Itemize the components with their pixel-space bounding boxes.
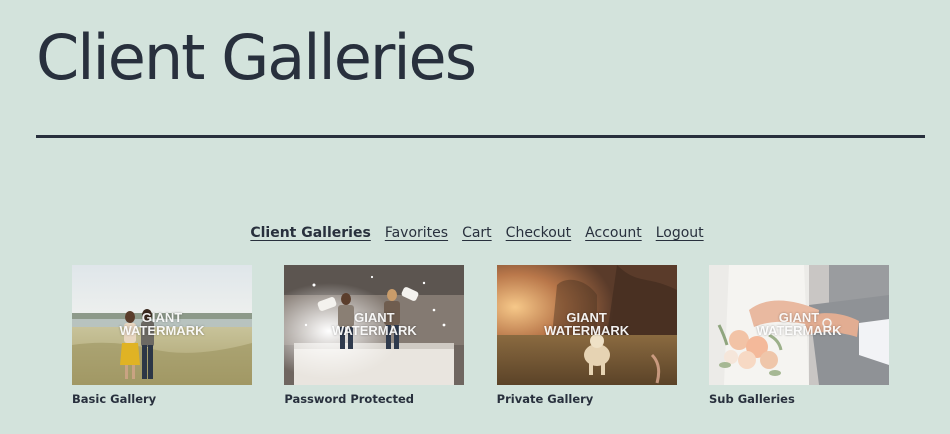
wedding-hands-photo: [708, 265, 889, 385]
gallery-card-sub[interactable]: GIANT WATERMARK Sub Galleries: [708, 265, 889, 406]
gallery-grid: GIANT WATERMARK Basic Gallery GIANT WATE…: [72, 265, 889, 406]
nav-account[interactable]: Account: [585, 225, 642, 241]
gallery-title[interactable]: Basic Gallery: [72, 392, 252, 406]
nav-logout[interactable]: Logout: [656, 225, 704, 241]
gallery-title[interactable]: Password Protected: [284, 392, 464, 406]
gallery-card-password[interactable]: GIANT WATERMARK Password Protected: [284, 265, 465, 406]
nav-favorites[interactable]: Favorites: [385, 225, 448, 241]
gallery-card-private[interactable]: GIANT WATERMARK Private Gallery: [496, 265, 677, 406]
gallery-title[interactable]: Sub Galleries: [709, 392, 889, 406]
gallery-thumbnail[interactable]: GIANT WATERMARK: [708, 265, 889, 385]
nav-client-galleries[interactable]: Client Galleries: [250, 225, 370, 241]
nav-checkout[interactable]: Checkout: [506, 225, 572, 241]
gallery-nav: Client Galleries Favorites Cart Checkout…: [0, 225, 950, 241]
gallery-thumbnail[interactable]: GIANT WATERMARK: [496, 265, 677, 385]
title-divider: [36, 135, 925, 138]
gallery-thumbnail[interactable]: GIANT WATERMARK: [284, 265, 465, 385]
gallery-card-basic[interactable]: GIANT WATERMARK Basic Gallery: [72, 265, 252, 406]
page-title: Client Galleries: [36, 21, 477, 94]
gallery-thumbnail[interactable]: GIANT WATERMARK: [72, 265, 252, 385]
nav-cart[interactable]: Cart: [462, 225, 492, 241]
dog-sunset-photo: [496, 265, 677, 385]
gallery-title[interactable]: Private Gallery: [497, 392, 677, 406]
couple-field-photo: [72, 265, 252, 385]
pillow-fight-photo: [284, 265, 465, 385]
